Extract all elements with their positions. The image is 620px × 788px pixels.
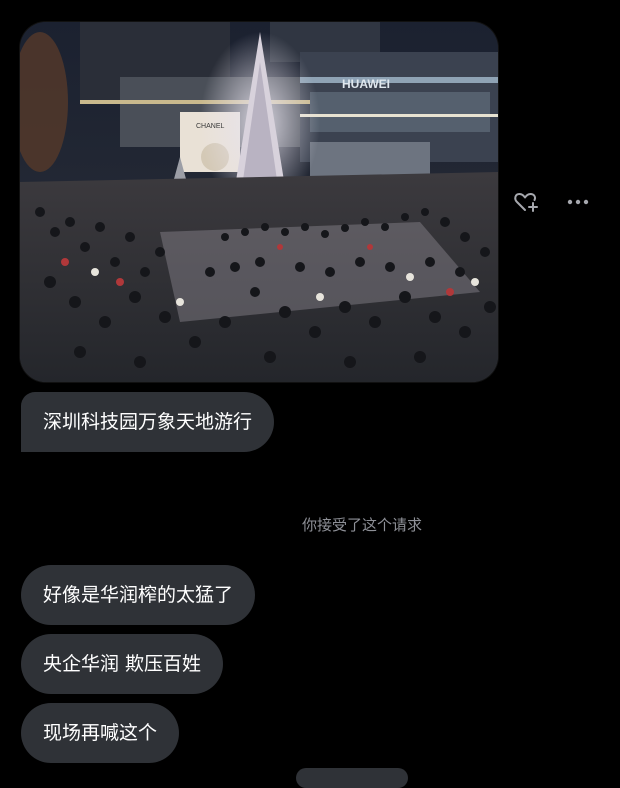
message-text: 好像是华润榨的太猛了 (43, 584, 234, 606)
message-bubble[interactable]: 现场再喊这个 (21, 703, 180, 763)
message-bubble-partial[interactable] (296, 768, 408, 788)
more-horizontal-icon[interactable] (564, 188, 592, 216)
system-notice: 你接受了这个请求 (301, 516, 422, 534)
message-bubble-caption[interactable]: 深圳科技园万象天地游行 (21, 392, 275, 452)
message-text: 现场再喊这个 (43, 722, 158, 744)
chanel-sign: CHANEL (196, 123, 225, 130)
message-bubble[interactable]: 央企华润 欺压百姓 (21, 634, 224, 694)
message-bubble[interactable]: 好像是华润榨的太猛了 (21, 565, 256, 625)
message-text: 深圳科技园万象天地游行 (43, 411, 253, 433)
photo-image: HUAWEI CHANEL (20, 22, 498, 382)
bubble-tail (21, 448, 197, 452)
heart-plus-icon[interactable] (512, 188, 540, 216)
message-text: 央企华润 欺压百姓 (43, 653, 202, 675)
message-actions (512, 188, 592, 216)
huawei-sign: HUAWEI (342, 77, 390, 91)
shared-photo[interactable]: HUAWEI CHANEL (20, 22, 498, 382)
